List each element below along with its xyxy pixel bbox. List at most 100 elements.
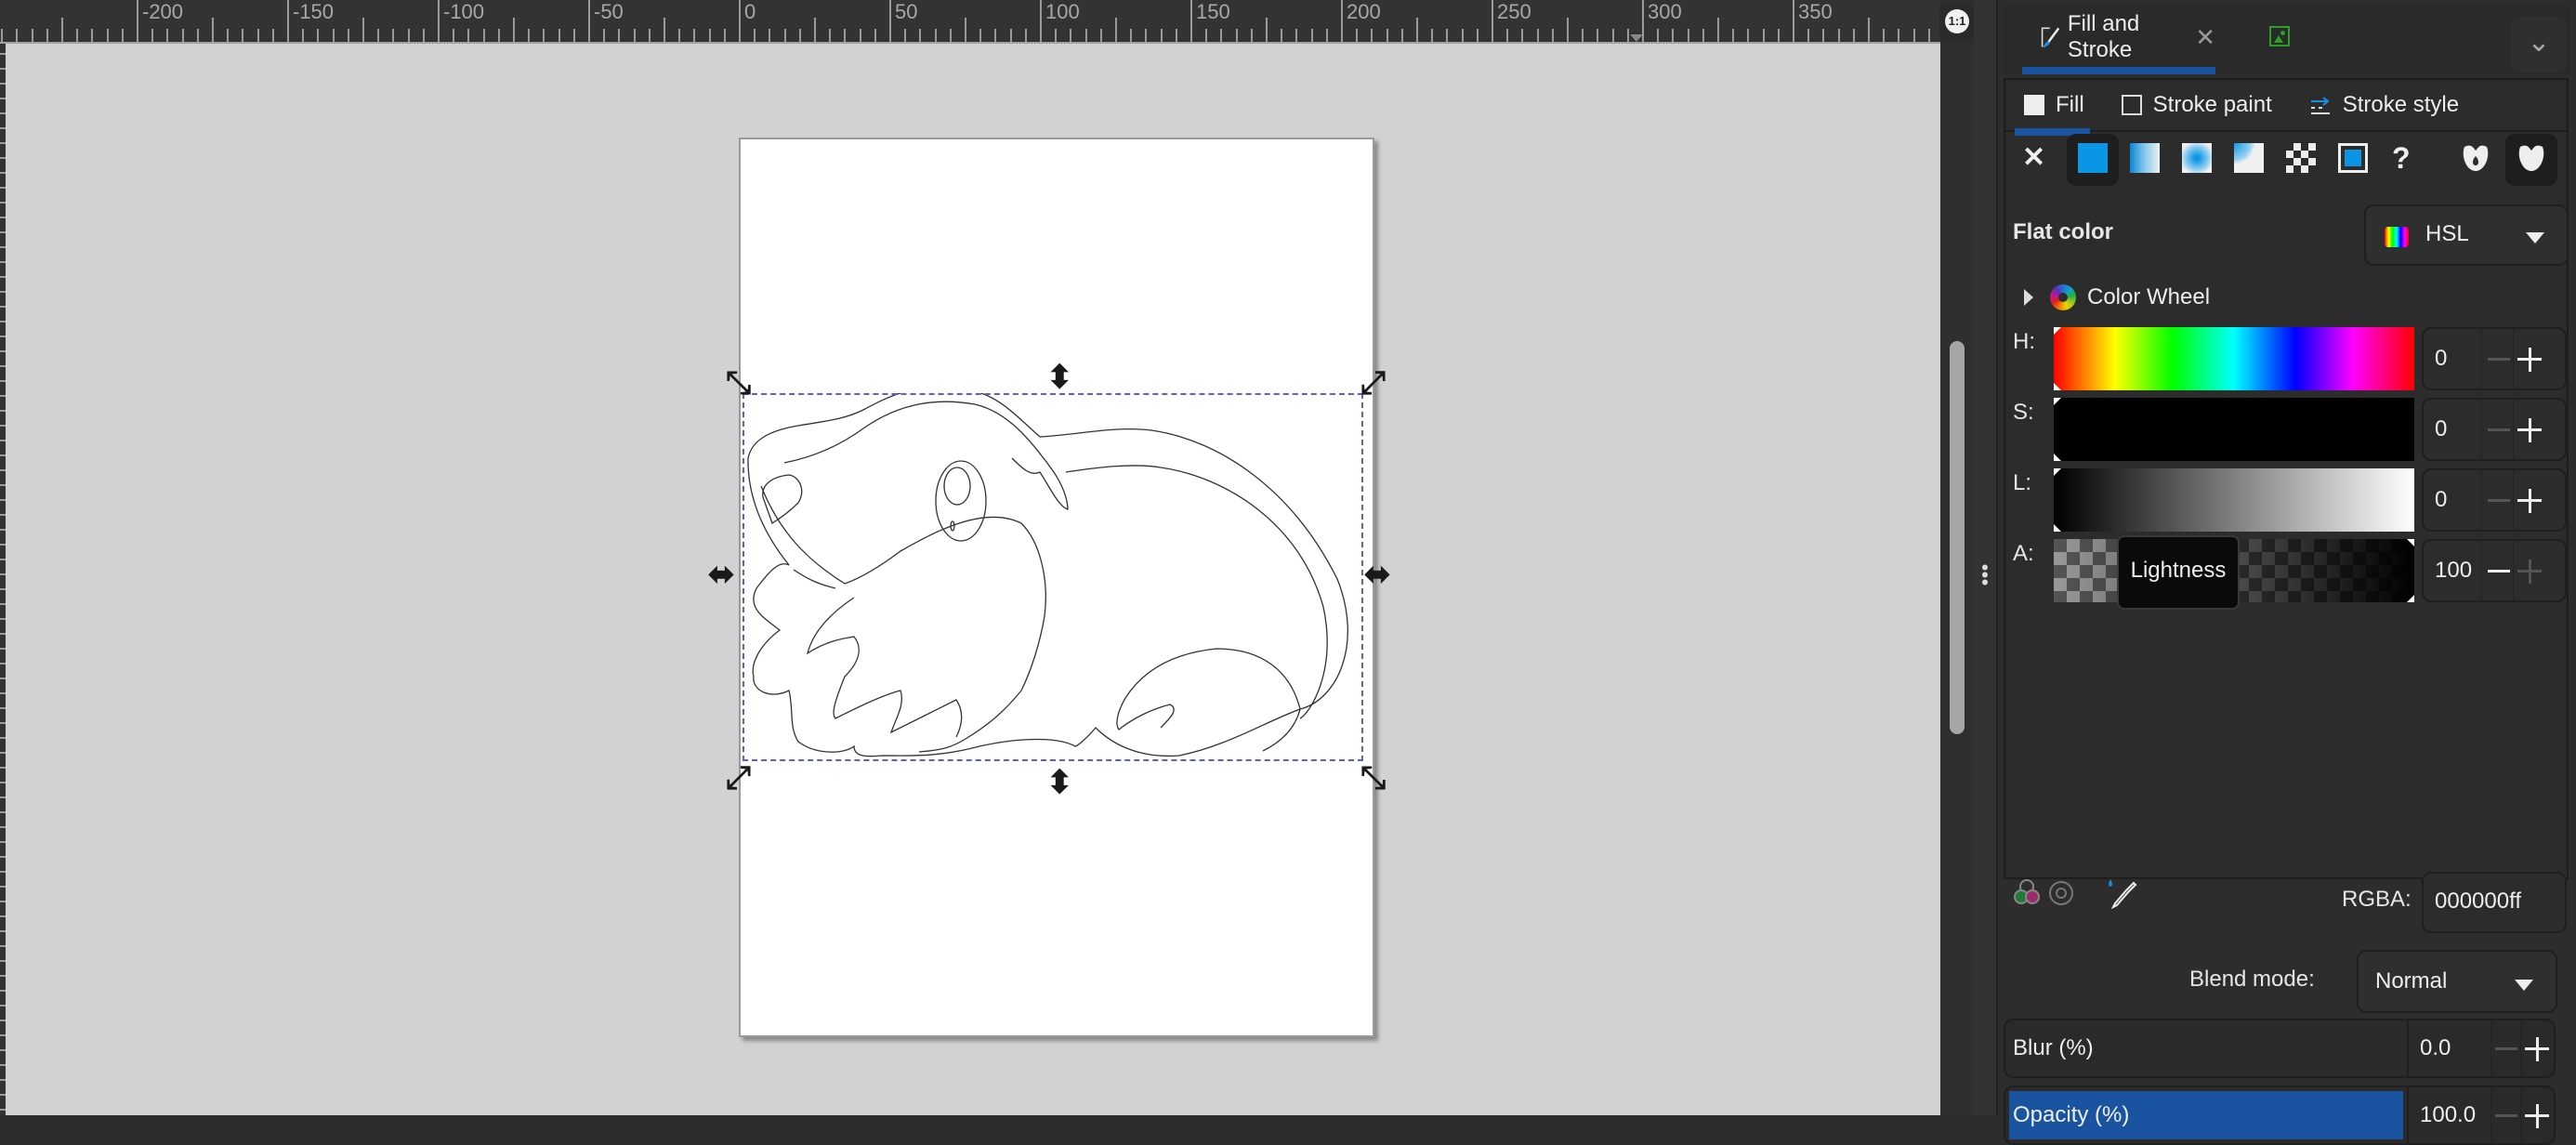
increment-button[interactable] (2520, 1020, 2554, 1076)
blur-slider[interactable]: Blur (%) 0.0 (2004, 1019, 2556, 1078)
ruler-label: 300 (1648, 0, 1682, 23)
fill-rule-evenodd-icon[interactable] (2461, 143, 2491, 173)
scale-handle-bottom-left[interactable]: ⤢ (726, 762, 751, 794)
ruler-tick (242, 29, 244, 42)
slider-marker-icon (2407, 595, 2414, 602)
lightness-slider[interactable] (2054, 468, 2414, 532)
decrement-button[interactable] (2481, 329, 2510, 388)
zoom-icon: 1:1 (1945, 9, 1969, 33)
hue-value[interactable]: 0 (2435, 346, 2447, 372)
eyedropper-icon[interactable] (2106, 877, 2137, 911)
decrement-button[interactable] (2481, 541, 2510, 600)
hue-spinbox[interactable]: 0 (2422, 327, 2567, 390)
scale-handle-top[interactable]: ⬍ (1046, 362, 1073, 393)
opacity-slider[interactable]: Opacity (%) 100.0 (2004, 1086, 2556, 1145)
ruler-tick (965, 18, 966, 42)
increment-button[interactable] (2513, 329, 2542, 388)
ruler-tick (633, 29, 636, 42)
tab-fill-and-stroke[interactable]: Fill and Stroke ✕ (2022, 6, 2215, 74)
alpha-spinbox[interactable]: 100 (2422, 539, 2567, 602)
vertical-scrollbar[interactable] (1940, 44, 1974, 1115)
ruler-tick (1416, 18, 1418, 42)
scale-handle-top-left[interactable]: ⤡ (726, 367, 751, 399)
selection-bounding-box[interactable] (743, 393, 1363, 761)
ruler-tick (558, 29, 560, 42)
decrement-button[interactable] (2481, 470, 2510, 530)
pattern-icon[interactable] (2286, 143, 2316, 173)
increment-button[interactable] (2513, 400, 2542, 459)
ruler-tick (377, 29, 380, 42)
scale-handle-bottom-right[interactable]: ⤡ (1360, 762, 1386, 794)
scrollbar-thumb[interactable] (1950, 341, 1965, 734)
scale-handle-left[interactable]: ⬌ (708, 559, 735, 590)
dock-menu-button[interactable]: ⌄ (2511, 17, 2567, 72)
blend-mode-dropdown[interactable]: Normal (2357, 950, 2557, 1013)
ruler-tick (1175, 29, 1177, 42)
scale-handle-right[interactable]: ⬌ (1364, 559, 1391, 590)
ruler-tick (1024, 29, 1027, 42)
stroke-style-icon (2310, 97, 2330, 114)
rgba-input[interactable]: 000000ff (2422, 872, 2567, 933)
decrement-button[interactable] (2491, 1087, 2519, 1143)
ruler-tick (678, 29, 681, 42)
color-mode-dropdown[interactable]: HSL (2364, 204, 2569, 266)
opacity-value[interactable]: 100.0 (2407, 1087, 2491, 1143)
saturation-spinbox[interactable]: 0 (2422, 398, 2567, 461)
increment-button[interactable] (2513, 470, 2542, 530)
saturation-slider[interactable] (2054, 398, 2414, 461)
scale-handle-top-right[interactable]: ⤢ (1360, 367, 1386, 399)
ruler-tick (151, 29, 154, 42)
zoom-1-to-1-button[interactable]: 1:1 (1939, 4, 1975, 41)
ruler-label: 0 (744, 0, 756, 23)
subtab-stroke-style[interactable]: Stroke style (2291, 80, 2477, 130)
drag-handle-icon[interactable]: • • • (1980, 558, 1990, 593)
hue-slider[interactable] (2054, 327, 2414, 390)
alpha-value[interactable]: 100 (2435, 558, 2472, 584)
ruler-tick (1356, 29, 1359, 42)
lightness-value[interactable]: 0 (2435, 487, 2447, 513)
ruler-tick (1461, 29, 1464, 42)
scale-handle-bottom[interactable]: ⬍ (1046, 767, 1073, 798)
subtab-fill[interactable]: Fill (2005, 80, 2103, 136)
fill-stroke-subtabs: Fill Stroke paint Stroke style (2005, 80, 2567, 136)
subtab-stroke-paint[interactable]: Stroke paint (2103, 80, 2291, 130)
panel-divider[interactable]: • • • (1974, 0, 1998, 1115)
ruler-tick (137, 0, 138, 42)
radial-gradient-icon[interactable] (2182, 143, 2212, 173)
drawing-canvas[interactable]: ⤡ ⬍ ⤢ ⬌ ⬌ ⤢ ⬍ ⤡ (6, 44, 1940, 1115)
horizontal-ruler[interactable]: -200 -150 -100 -50 0 50 100 150 200 250 300 350 (0, 0, 1940, 44)
swatch-icon[interactable] (2338, 143, 2368, 173)
ruler-cursor-marker (1630, 34, 1643, 42)
blur-value[interactable]: 0.0 (2407, 1020, 2491, 1076)
no-paint-icon[interactable]: ✕ (2022, 143, 2052, 173)
color-mix-icon[interactable] (2013, 877, 2041, 911)
slider-marker-icon (2054, 524, 2061, 532)
saturation-value[interactable]: 0 (2435, 416, 2447, 442)
color-wheel-expander[interactable]: Color Wheel (2024, 281, 2210, 314)
unset-paint-icon[interactable]: ? (2392, 143, 2422, 173)
tab-export[interactable] (2215, 6, 2383, 69)
slider-marker-icon (2407, 539, 2414, 546)
ruler-tick (934, 29, 937, 42)
rgba-label: RGBA: (2342, 887, 2412, 912)
ruler-tick (1672, 29, 1675, 42)
ruler-label: 50 (895, 0, 918, 23)
stroke-square-icon (2121, 95, 2142, 115)
increment-button[interactable] (2520, 1087, 2554, 1143)
close-tab-icon[interactable]: ✕ (2195, 23, 2215, 52)
decrement-button[interactable] (2491, 1020, 2519, 1076)
ruler-tick (392, 29, 395, 42)
tab-title: Fill and Stroke (2067, 11, 2140, 62)
lightness-spinbox[interactable]: 0 (2422, 468, 2567, 532)
color-managed-icon[interactable] (2048, 879, 2074, 907)
ruler-tick (572, 29, 575, 42)
linear-gradient-icon[interactable] (2130, 143, 2160, 173)
ruler-tick (1898, 29, 1900, 42)
mesh-gradient-icon[interactable] (2234, 143, 2264, 173)
ruler-tick (1702, 29, 1704, 42)
ruler-tick (1371, 29, 1373, 42)
decrement-button[interactable] (2481, 400, 2510, 459)
increment-button[interactable] (2513, 541, 2542, 600)
ruler-tick (889, 0, 891, 42)
ruler-tick (1476, 29, 1479, 42)
